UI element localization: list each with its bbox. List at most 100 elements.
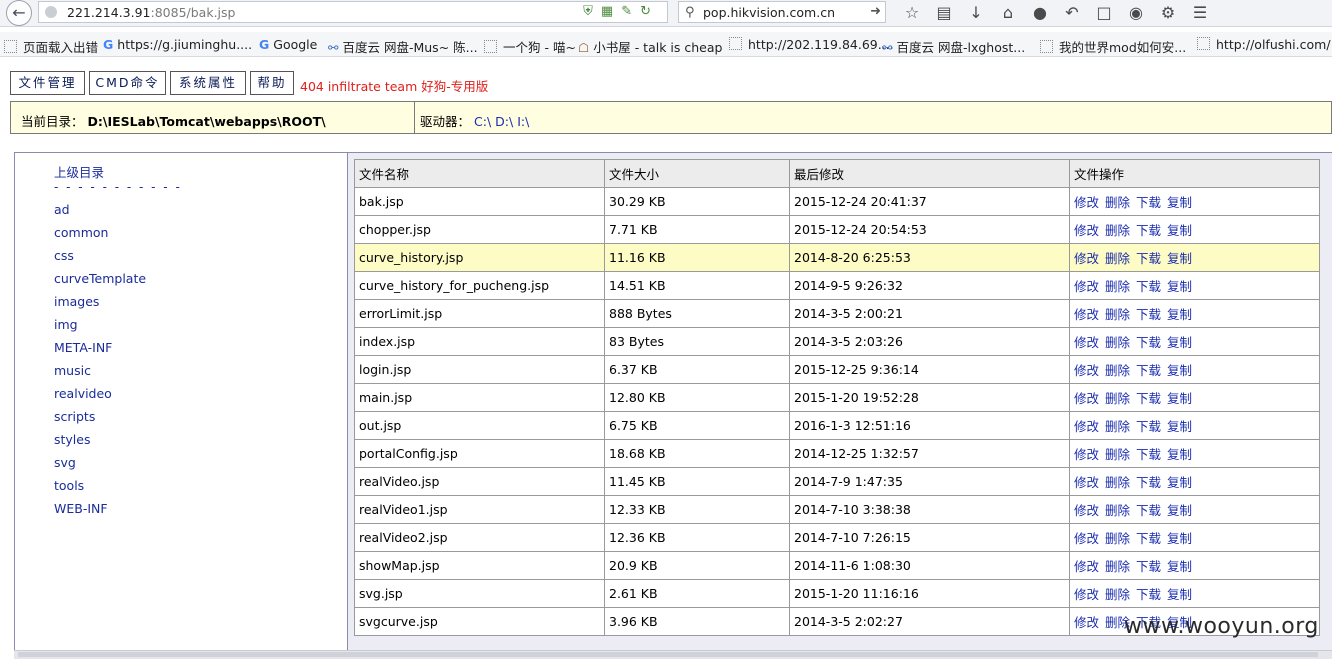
edit-link[interactable]: 修改 [1074,279,1099,294]
delete-link[interactable]: 删除 [1105,251,1130,266]
dir-link[interactable]: WEB-INF [54,501,108,516]
delete-link[interactable]: 删除 [1105,559,1130,574]
back-arrow-icon[interactable]: ← [6,0,32,26]
dir-link[interactable]: img [54,317,78,332]
dir-link[interactable]: scripts [54,409,95,424]
download-link[interactable]: 下载 [1136,559,1161,574]
edit-link[interactable]: 修改 [1074,307,1099,322]
download-link[interactable]: 下载 [1136,475,1161,490]
copy-link[interactable]: 复制 [1167,503,1192,518]
dir-link[interactable]: common [54,225,108,240]
home-icon[interactable]: ⌂ [992,3,1024,22]
copy-link[interactable]: 复制 [1167,559,1192,574]
extension-icon[interactable]: ⚙ [1152,3,1184,22]
scrollbar-thumb[interactable] [18,652,1318,657]
delete-link[interactable]: 删除 [1105,447,1130,462]
dir-link[interactable]: images [54,294,99,309]
edit-link[interactable]: 修改 [1074,615,1099,630]
delete-link[interactable]: 删除 [1105,279,1130,294]
address-bar[interactable]: 221.214.3.91:8085/bak.jsp ⛨▦✎↻ [38,1,668,23]
reading-list-icon[interactable]: ▤ [928,3,960,22]
copy-link[interactable]: 复制 [1167,195,1192,210]
address-bar-icons[interactable]: ⛨▦✎↻ [583,4,659,19]
delete-link[interactable]: 删除 [1105,195,1130,210]
bookmark-item[interactable]: Ghttps://g.jiuminghu.... [103,37,252,52]
bookmark-star-icon[interactable]: ☆ [896,3,928,22]
download-link[interactable]: 下载 [1136,195,1161,210]
search-input[interactable]: ⚲ pop.hikvision.com.cn ➜ [678,1,886,23]
bookmark-item[interactable]: http://olfushi.com/ [1197,37,1331,52]
copy-link[interactable]: 复制 [1167,531,1192,546]
bookmark-item[interactable]: 我的世界mod如何安... [1040,37,1186,56]
menu-help[interactable]: 帮助 [250,71,294,95]
edit-link[interactable]: 修改 [1074,475,1099,490]
copy-link[interactable]: 复制 [1167,223,1192,238]
edit-link[interactable]: 修改 [1074,587,1099,602]
delete-link[interactable]: 删除 [1105,475,1130,490]
undo-icon[interactable]: ↶ [1056,3,1088,22]
delete-link[interactable]: 删除 [1105,363,1130,378]
chat-icon[interactable]: ● [1024,3,1056,22]
download-icon[interactable]: ↓ [960,3,992,22]
delete-link[interactable]: 删除 [1105,503,1130,518]
drive-link[interactable]: D:\ [495,114,513,129]
edit-link[interactable]: 修改 [1074,419,1099,434]
download-link[interactable]: 下载 [1136,307,1161,322]
copy-link[interactable]: 复制 [1167,307,1192,322]
download-link[interactable]: 下载 [1136,447,1161,462]
dir-link[interactable]: svg [54,455,76,470]
bookmark-item[interactable]: 一个狗 - 喵~ [484,37,576,56]
crop-icon[interactable]: □ [1088,3,1120,22]
dir-link[interactable]: music [54,363,91,378]
edit-link[interactable]: 修改 [1074,447,1099,462]
edit-link[interactable]: 修改 [1074,223,1099,238]
dir-link[interactable]: realvideo [54,386,112,401]
copy-link[interactable]: 复制 [1167,279,1192,294]
download-link[interactable]: 下载 [1136,391,1161,406]
download-link[interactable]: 下载 [1136,587,1161,602]
download-link[interactable]: 下载 [1136,223,1161,238]
download-link[interactable]: 下载 [1136,279,1161,294]
edit-link[interactable]: 修改 [1074,559,1099,574]
copy-link[interactable]: 复制 [1167,475,1192,490]
edit-link[interactable]: 修改 [1074,391,1099,406]
copy-link[interactable]: 复制 [1167,251,1192,266]
download-link[interactable]: 下载 [1136,503,1161,518]
bookmark-item[interactable]: ☖ 小书屋 - talk is cheap [578,37,722,56]
dir-link[interactable]: ad [54,202,70,217]
download-link[interactable]: 下载 [1136,419,1161,434]
download-link[interactable]: 下载 [1136,363,1161,378]
delete-link[interactable]: 删除 [1105,335,1130,350]
edit-link[interactable]: 修改 [1074,195,1099,210]
edit-link[interactable]: 修改 [1074,503,1099,518]
menu-icon[interactable]: ☰ [1184,3,1216,22]
download-link[interactable]: 下载 [1136,531,1161,546]
copy-link[interactable]: 复制 [1167,587,1192,602]
comment-icon[interactable]: ◉ [1120,3,1152,22]
dir-link[interactable]: curveTemplate [54,271,146,286]
delete-link[interactable]: 删除 [1105,531,1130,546]
copy-link[interactable]: 复制 [1167,363,1192,378]
menu-system-properties[interactable]: 系统属性 [170,71,246,95]
edit-link[interactable]: 修改 [1074,363,1099,378]
bookmark-item[interactable]: G Google [259,37,317,52]
bookmark-item[interactable]: http://202.119.84.69.... [729,37,894,52]
download-link[interactable]: 下载 [1136,251,1161,266]
copy-link[interactable]: 复制 [1167,391,1192,406]
menu-cmd[interactable]: CMD命令 [89,71,166,95]
edit-link[interactable]: 修改 [1074,531,1099,546]
delete-link[interactable]: 删除 [1105,587,1130,602]
dir-link[interactable]: META-INF [54,340,112,355]
download-link[interactable]: 下载 [1136,335,1161,350]
delete-link[interactable]: 删除 [1105,391,1130,406]
copy-link[interactable]: 复制 [1167,335,1192,350]
delete-link[interactable]: 删除 [1105,419,1130,434]
search-go-icon[interactable]: ➜ [870,4,881,19]
edit-link[interactable]: 修改 [1074,335,1099,350]
drive-link[interactable]: C:\ [474,114,491,129]
edit-link[interactable]: 修改 [1074,251,1099,266]
bookmark-item[interactable]: 页面载入出错 [4,37,98,56]
dir-link[interactable]: tools [54,478,84,493]
drive-link[interactable]: I:\ [517,114,529,129]
bookmark-item[interactable]: ⚯ 百度云 网盘-Mus~ 陈... [328,37,478,56]
